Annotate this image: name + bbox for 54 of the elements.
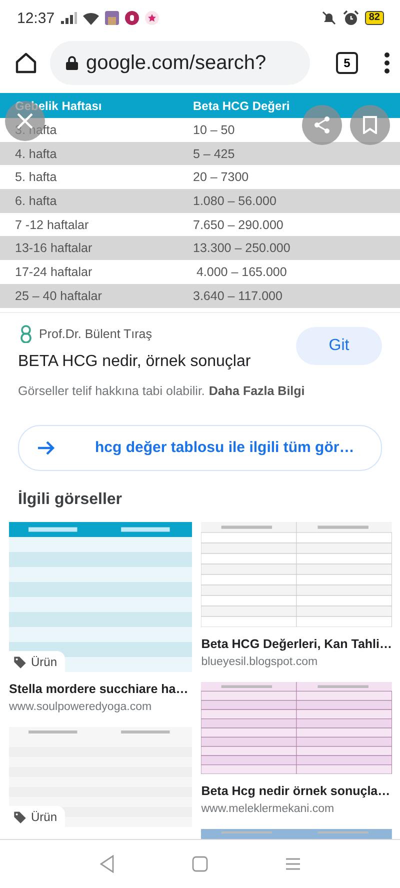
- result-title[interactable]: BETA HCG nedir, örnek sonuçlar: [18, 352, 296, 370]
- signal-icon: [60, 12, 77, 24]
- recents-menu-icon[interactable]: [285, 857, 302, 871]
- table-cell: 17-24 haftalar: [15, 264, 92, 279]
- battery-level: 82: [364, 11, 384, 25]
- home-button-icon[interactable]: [192, 856, 208, 872]
- tag-icon: [13, 810, 27, 824]
- table-cell: 7.650 – 290.000: [193, 218, 284, 232]
- share-icon: [313, 116, 331, 134]
- table-cell: 13.300 – 250.000: [193, 241, 290, 256]
- table-cell: 25 – 40 haftalar: [15, 288, 102, 303]
- wifi-icon: [82, 12, 99, 24]
- arrow-right-icon: [37, 440, 55, 456]
- table-cell: 5. hafta: [15, 170, 57, 184]
- image-title[interactable]: Beta Hcg nedir örnek sonuçla…: [201, 784, 392, 798]
- table-cell: 1.080 – 56.000: [193, 194, 276, 208]
- app-notification-icon: [144, 11, 159, 25]
- menu-icon[interactable]: [384, 52, 390, 74]
- table-cell: 10 – 50: [193, 122, 235, 137]
- tag-icon: [13, 654, 27, 668]
- column-header: Beta HCG Değeri: [193, 98, 290, 112]
- product-badge: Ürün: [9, 650, 66, 672]
- table-cell-text: 4.000 – 165.000: [195, 264, 287, 279]
- address-bar[interactable]: google.com/search?: [50, 41, 310, 85]
- mute-icon: [320, 10, 337, 26]
- table-cell: 7 -12 haftalar: [15, 218, 89, 232]
- app-notification-icon: [104, 11, 119, 25]
- image-title[interactable]: Beta HCG Değerleri, Kan Tahli…: [201, 636, 392, 650]
- bookmark-icon: [363, 116, 377, 134]
- table-cell: 13-16 haftalar: [15, 241, 92, 256]
- site-logo-icon: [18, 324, 34, 342]
- more-info-link[interactable]: Daha Fazla Bilgi: [208, 384, 305, 398]
- table-cell: 5 – 425: [193, 146, 235, 161]
- image-title[interactable]: Stella mordere succhiare ha…: [9, 682, 192, 696]
- home-icon[interactable]: [14, 51, 38, 75]
- source-name: Prof.Dr. Bülent Tıraş: [39, 326, 152, 340]
- alarm-icon: [342, 10, 359, 26]
- section-heading: İlgili görseller: [18, 490, 124, 508]
- site-url: www.meleklermekani.com: [201, 802, 336, 814]
- table-cell: 6. hafta: [15, 194, 57, 208]
- site-url: www.soulpoweredyoga.com: [9, 700, 153, 712]
- back-icon[interactable]: [98, 855, 115, 873]
- copyright-notice: Görseller telif hakkına tabi olabilir.: [18, 384, 205, 398]
- product-badge: Ürün: [9, 806, 66, 826]
- table-cell: 4. hafta: [15, 146, 57, 161]
- tab-count-button[interactable]: 5: [336, 52, 358, 74]
- status-time: 12:37: [17, 10, 55, 26]
- table-cell: 20 – 7300: [193, 170, 249, 184]
- all-images-link[interactable]: hcg değer tablosu ile ilgili tüm gör…: [18, 424, 382, 470]
- site-url: blueyesil.blogspot.com: [201, 656, 319, 668]
- lock-icon: [66, 56, 78, 70]
- visit-button[interactable]: Git: [296, 326, 382, 364]
- app-notification-icon: [124, 11, 139, 25]
- table-cell: 3.640 – 117.000: [193, 288, 282, 303]
